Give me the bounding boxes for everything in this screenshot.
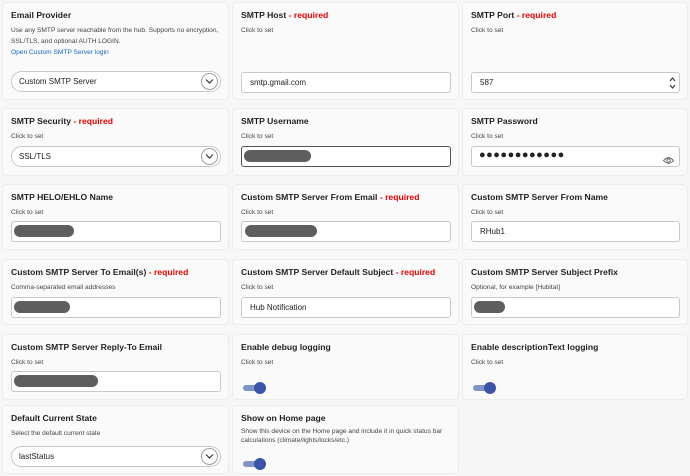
default-state-select[interactable]: lastStatus xyxy=(11,446,221,467)
redacted-value xyxy=(14,225,74,237)
chevron-down-icon xyxy=(201,73,218,90)
eye-icon[interactable] xyxy=(662,152,675,170)
required-label: - required xyxy=(516,10,557,20)
stepper-arrows-icon[interactable] xyxy=(669,76,676,90)
from-name-value: RHub1 xyxy=(480,227,505,236)
smtp-port-title: SMTP Port - required xyxy=(471,10,557,20)
default-state-value: lastStatus xyxy=(19,452,55,461)
chevron-down-icon xyxy=(201,148,218,165)
reply-to-input[interactable] xyxy=(11,371,221,392)
password-value: ●●●●●●●●●●●● xyxy=(479,149,565,161)
subject-prefix-title: Custom SMTP Server Subject Prefix xyxy=(471,267,618,277)
smtp-username-title: SMTP Username xyxy=(241,116,309,126)
default-subject-input[interactable]: Hub Notification xyxy=(241,297,451,318)
smtp-host-value: smtp.gmail.com xyxy=(250,78,307,87)
smtp-host-card: SMTP Host - required Click to set smtp.g… xyxy=(232,2,459,100)
from-name-input[interactable]: RHub1 xyxy=(471,221,680,242)
smtp-password-input[interactable]: ●●●●●●●●●●●● xyxy=(471,146,680,167)
smtp-port-card: SMTP Port - required Click to set 587 xyxy=(462,2,688,100)
custom-smtp-login-link[interactable]: Open Custom SMTP Server login xyxy=(11,47,223,58)
email-provider-description: Use any SMTP server reachable from the h… xyxy=(11,25,223,58)
toggle-knob xyxy=(484,382,496,394)
smtp-security-select[interactable]: SSL/TLS xyxy=(11,146,221,167)
smtp-security-card: SMTP Security - required Click to set SS… xyxy=(2,108,229,176)
required-label: - required xyxy=(288,10,329,20)
redacted-value xyxy=(14,301,70,313)
desc-logging-toggle[interactable] xyxy=(473,382,497,394)
smtp-security-value: SSL/TLS xyxy=(19,152,52,161)
smtp-password-hint: Click to set xyxy=(471,133,504,140)
default-state-title: Default Current State xyxy=(11,413,97,423)
default-subject-card: Custom SMTP Server Default Subject - req… xyxy=(232,259,459,325)
smtp-security-hint: Click to set xyxy=(11,133,44,140)
email-provider-card: Email Provider Use any SMTP server reach… xyxy=(2,2,229,100)
debug-logging-title: Enable debug logging xyxy=(241,342,331,352)
chevron-down-icon xyxy=(201,448,218,465)
default-subject-title: Custom SMTP Server Default Subject - req… xyxy=(241,267,436,277)
reply-to-title: Custom SMTP Server Reply-To Email xyxy=(11,342,163,352)
to-emails-hint: Comma-separated email addresses xyxy=(11,284,116,291)
toggle-knob xyxy=(254,458,266,470)
smtp-port-value: 587 xyxy=(480,78,494,87)
smtp-username-card: SMTP Username Click to set xyxy=(232,108,459,176)
from-name-hint: Click to set xyxy=(471,209,504,216)
from-email-hint: Click to set xyxy=(241,209,274,216)
debug-logging-hint: Click to set xyxy=(241,359,274,366)
email-provider-value: Custom SMTP Server xyxy=(19,77,97,86)
smtp-host-hint: Click to set xyxy=(241,27,274,34)
show-home-toggle[interactable] xyxy=(243,458,267,470)
smtp-port-input[interactable]: 587 xyxy=(471,72,680,93)
required-label: - required xyxy=(379,192,420,202)
helo-name-hint: Click to set xyxy=(11,209,44,216)
desc-logging-title: Enable descriptionText logging xyxy=(471,342,599,352)
from-email-input[interactable] xyxy=(241,221,451,242)
desc-logging-hint: Click to set xyxy=(471,359,504,366)
show-home-description: Show this device on the Home page and in… xyxy=(241,428,443,444)
to-emails-title: Custom SMTP Server To Email(s) - require… xyxy=(11,267,189,277)
required-label: - required xyxy=(148,267,189,277)
to-emails-card: Custom SMTP Server To Email(s) - require… xyxy=(2,259,229,325)
email-provider-title: Email Provider xyxy=(11,10,72,20)
show-home-title: Show on Home page xyxy=(241,413,326,423)
smtp-password-card: SMTP Password Click to set ●●●●●●●●●●●● xyxy=(462,108,688,176)
helo-name-input[interactable] xyxy=(11,221,221,242)
from-name-card: Custom SMTP Server From Name Click to se… xyxy=(462,184,688,250)
default-state-hint: Select the default current state xyxy=(11,430,101,437)
default-state-card: Default Current State Select the default… xyxy=(2,405,229,474)
from-email-title: Custom SMTP Server From Email - required xyxy=(241,192,420,202)
redacted-value xyxy=(14,375,98,387)
subject-prefix-input[interactable] xyxy=(471,297,680,318)
reply-to-hint: Click to set xyxy=(11,359,44,366)
toggle-knob xyxy=(254,382,266,394)
debug-logging-toggle[interactable] xyxy=(243,382,267,394)
redacted-value xyxy=(474,301,505,313)
to-emails-input[interactable] xyxy=(11,297,221,318)
smtp-username-hint: Click to set xyxy=(241,133,274,140)
redacted-value xyxy=(244,150,311,162)
default-subject-value: Hub Notification xyxy=(250,303,307,312)
smtp-port-hint: Click to set xyxy=(471,27,504,34)
from-email-card: Custom SMTP Server From Email - required… xyxy=(232,184,459,250)
required-label: - required xyxy=(73,116,114,126)
subject-prefix-card: Custom SMTP Server Subject Prefix Option… xyxy=(462,259,688,325)
default-subject-hint: Click to set xyxy=(241,284,274,291)
reply-to-card: Custom SMTP Server Reply-To Email Click … xyxy=(2,334,229,400)
email-provider-select[interactable]: Custom SMTP Server xyxy=(11,71,221,92)
from-name-title: Custom SMTP Server From Name xyxy=(471,192,608,202)
desc-logging-card: Enable descriptionText logging Click to … xyxy=(462,334,688,400)
debug-logging-card: Enable debug logging Click to set xyxy=(232,334,459,400)
helo-name-card: SMTP HELO/EHLO Name Click to set xyxy=(2,184,229,250)
redacted-value xyxy=(245,225,317,237)
smtp-password-title: SMTP Password xyxy=(471,116,538,126)
smtp-security-title: SMTP Security - required xyxy=(11,116,114,126)
smtp-username-input[interactable] xyxy=(241,146,451,167)
smtp-host-title: SMTP Host - required xyxy=(241,10,329,20)
helo-name-title: SMTP HELO/EHLO Name xyxy=(11,192,114,202)
required-label: - required xyxy=(395,267,436,277)
subject-prefix-hint: Optional, for example [Hubitat] xyxy=(471,284,561,291)
show-home-card: Show on Home page Show this device on th… xyxy=(232,405,459,474)
smtp-host-input[interactable]: smtp.gmail.com xyxy=(241,72,451,93)
